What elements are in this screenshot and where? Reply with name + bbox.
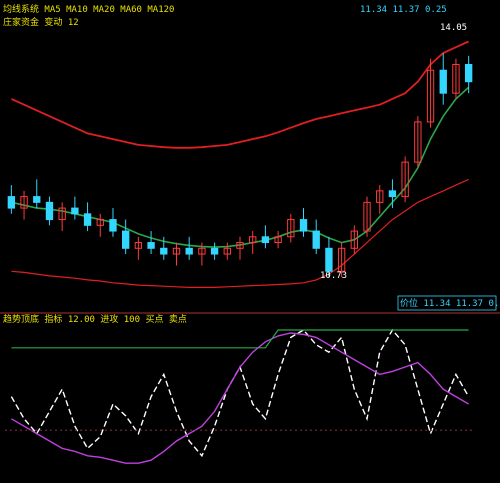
high-price-label: 14.05	[440, 23, 467, 33]
candle-body	[325, 247, 333, 272]
candle-body	[147, 242, 155, 249]
chart-canvas: 均线系统 MA5 MA10 MA20 MA60 MA120 庄家资金 变动 12…	[0, 3, 500, 464]
candle-body	[261, 236, 270, 244]
indicator-slow-line	[11, 332, 469, 464]
candle-body	[312, 230, 320, 249]
candle-body	[45, 201, 54, 221]
candle-body	[83, 213, 92, 226]
price-readout: 11.34 11.37 0.25	[360, 5, 447, 15]
candle-body	[33, 196, 41, 203]
indicator-title: 趋势顶底 指标 12.00 进攻 100 买点 卖点	[3, 313, 187, 325]
candle-body	[439, 69, 447, 94]
low-price-label: 10.73	[320, 271, 347, 281]
candle-body	[464, 63, 473, 83]
candle-body	[299, 219, 308, 232]
band-lower-line	[11, 178, 469, 288]
price-panel-title: 均线系统 MA5 MA10 MA20 MA60 MA120	[3, 3, 174, 15]
candle-body	[160, 247, 168, 255]
indicator-fast-line	[10, 328, 470, 458]
price-panel-subtitle: 庄家资金 变动 12	[3, 16, 79, 28]
candle-body	[7, 196, 16, 209]
candle-body	[71, 207, 79, 215]
candle-body	[185, 247, 193, 255]
indicator-panel	[5, 328, 475, 464]
ma-line	[11, 86, 470, 248]
candle-body	[388, 190, 397, 198]
candle-body	[109, 219, 117, 232]
scale-readout: 价位 11.34 11.37 0.25	[400, 297, 500, 309]
candle-body	[210, 247, 219, 255]
indicator-ceiling-line	[11, 329, 469, 349]
candle-body	[122, 230, 130, 249]
band-upper-line	[11, 40, 469, 149]
price-panel	[0, 40, 500, 314]
